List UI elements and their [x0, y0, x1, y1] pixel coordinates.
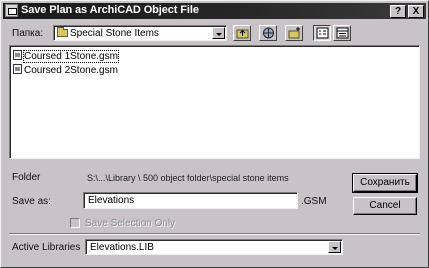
chevron-down-icon[interactable]: [328, 241, 341, 253]
gsm-file-icon: [13, 64, 22, 74]
list-view-icon: [316, 27, 329, 39]
folder-path: S:\...\Library \ 500 object folder\speci…: [87, 173, 289, 183]
look-in-value: Special Stone Items: [70, 28, 159, 39]
save-selection-checkbox[interactable]: [70, 218, 80, 228]
file-extension: .GSM: [301, 196, 327, 207]
folder-icon: [57, 27, 68, 37]
new-folder-button[interactable]: [285, 25, 303, 41]
details-view-button[interactable]: [333, 25, 351, 41]
app-icon: [5, 4, 18, 17]
save-as-label: Save as:: [12, 196, 51, 207]
folder-label: Folder: [12, 172, 41, 183]
file-name: Coursed 1Stone.gsm: [23, 50, 119, 63]
active-libraries-label: Active Libraries: [12, 242, 81, 253]
help-button[interactable]: ?: [390, 5, 406, 18]
chevron-down-icon[interactable]: [212, 27, 225, 39]
look-in-label: Папка:: [12, 28, 44, 39]
divider: [9, 233, 420, 235]
gsm-file-icon: [13, 50, 22, 60]
file-name: Coursed 2Stone.gsm: [24, 65, 118, 76]
save-selection-label: Save Selection Only: [85, 218, 176, 229]
up-one-level-button[interactable]: [233, 25, 251, 41]
file-list[interactable]: Coursed 1Stone.gsm Coursed 2Stone.gsm: [9, 45, 420, 159]
up-folder-icon: [236, 29, 249, 39]
look-in-combo[interactable]: Special Stone Items: [53, 25, 227, 41]
file-item[interactable]: Coursed 1Stone.gsm: [13, 50, 119, 63]
file-item[interactable]: Coursed 2Stone.gsm: [13, 64, 118, 76]
title-bar[interactable]: Save Plan as ArchiCAD Object File ? X: [3, 3, 426, 19]
save-button[interactable]: Сохранить: [352, 173, 418, 193]
new-folder-icon: [288, 27, 300, 39]
save-dialog: Save Plan as ArchiCAD Object File ? X Па…: [0, 0, 429, 268]
details-view-icon: [336, 27, 349, 39]
file-name-input[interactable]: Elevations: [83, 192, 298, 209]
cancel-button[interactable]: Cancel: [353, 197, 417, 215]
active-libraries-value: Elevations.LIB: [90, 242, 154, 253]
list-view-button[interactable]: [313, 25, 331, 41]
close-button[interactable]: X: [408, 5, 424, 18]
window-title: Save Plan as ArchiCAD Object File: [21, 4, 199, 16]
active-libraries-combo[interactable]: Elevations.LIB: [85, 239, 343, 255]
desktop-icon: [263, 27, 274, 39]
desktop-button[interactable]: [259, 25, 277, 41]
